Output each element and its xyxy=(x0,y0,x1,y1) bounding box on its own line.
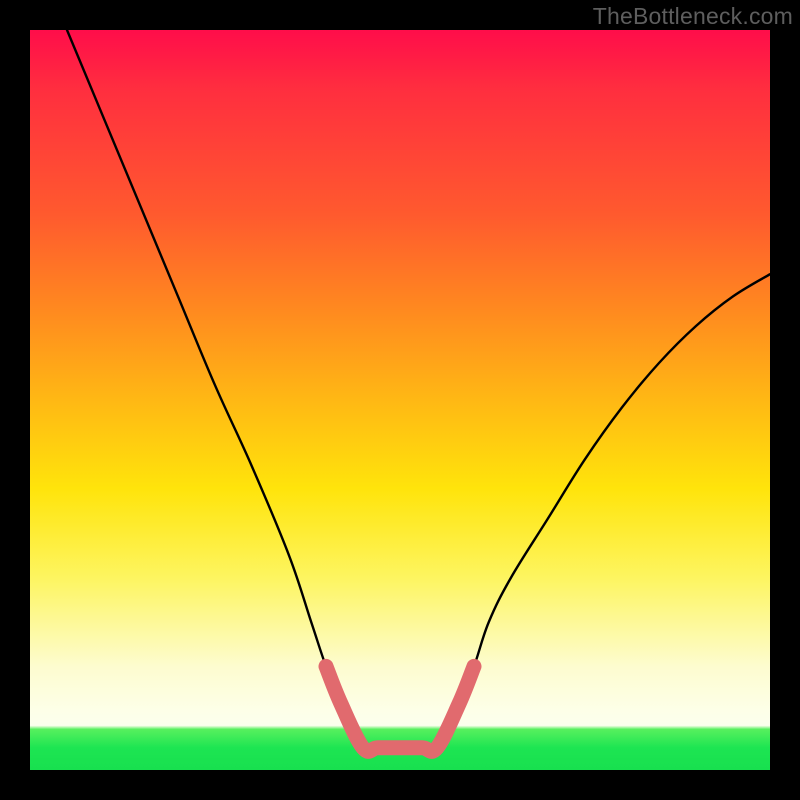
black-curve-group xyxy=(67,30,770,754)
plot-svg xyxy=(30,30,770,770)
chart-frame: TheBottleneck.com xyxy=(0,0,800,800)
watermark-text: TheBottleneck.com xyxy=(593,3,793,30)
black-curve xyxy=(67,30,770,754)
plot-area xyxy=(30,30,770,770)
pink-highlight xyxy=(326,666,474,751)
pink-highlight-group xyxy=(326,666,474,751)
